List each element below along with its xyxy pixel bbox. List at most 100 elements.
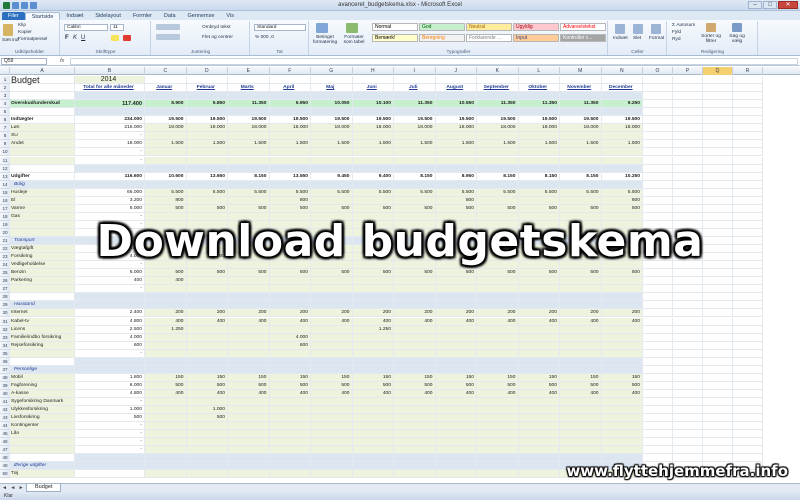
row-header[interactable]: 34 xyxy=(0,341,10,350)
cell[interactable] xyxy=(673,357,703,366)
name-box[interactable]: Q59 xyxy=(1,58,47,65)
month-value-cell[interactable] xyxy=(518,196,560,205)
month-value-cell[interactable]: 5.500 xyxy=(145,188,187,197)
month-value-cell[interactable] xyxy=(269,277,311,286)
cell[interactable] xyxy=(435,365,477,374)
total-cell[interactable]: - xyxy=(75,446,145,455)
cell[interactable] xyxy=(186,108,228,117)
month-value-cell[interactable]: 500 xyxy=(560,381,602,390)
close-button[interactable]: ✕ xyxy=(778,1,798,9)
cell[interactable] xyxy=(269,76,311,85)
month-value-cell[interactable] xyxy=(228,148,270,157)
month-value-cell[interactable]: 200 xyxy=(269,309,311,318)
cell[interactable] xyxy=(145,454,187,463)
cell[interactable] xyxy=(394,76,436,85)
row-header[interactable]: 7 xyxy=(0,124,10,133)
row-header[interactable]: 11 xyxy=(0,156,10,165)
month-value-cell[interactable]: 1.000 xyxy=(186,406,228,415)
month-value-cell[interactable] xyxy=(186,285,228,294)
bold-button[interactable]: F xyxy=(65,35,69,41)
cell[interactable] xyxy=(435,180,477,189)
month-value-cell[interactable] xyxy=(394,148,436,157)
tab-data[interactable]: Data xyxy=(158,12,182,20)
month-value-cell[interactable] xyxy=(477,285,519,294)
cell[interactable] xyxy=(228,293,270,302)
font-color-icon[interactable] xyxy=(123,35,131,41)
month-value-cell[interactable]: 10.100 xyxy=(352,100,394,109)
cell[interactable] xyxy=(733,84,763,93)
row-label-cell[interactable]: A-kasse xyxy=(10,389,75,398)
cell[interactable] xyxy=(703,317,733,326)
sort-filter-icon[interactable] xyxy=(706,23,716,32)
total-cell[interactable]: 18.000 xyxy=(75,140,145,149)
cell[interactable] xyxy=(560,108,602,117)
cell[interactable] xyxy=(601,92,643,101)
month-value-cell[interactable] xyxy=(145,438,187,447)
cell[interactable] xyxy=(601,365,643,374)
cell[interactable] xyxy=(643,341,673,350)
cell[interactable] xyxy=(10,84,75,93)
month-value-cell[interactable] xyxy=(477,333,519,342)
month-header-cell[interactable]: December xyxy=(601,84,643,93)
column-header-o[interactable]: O xyxy=(643,67,673,75)
month-value-cell[interactable] xyxy=(560,446,602,455)
cell[interactable] xyxy=(186,92,228,101)
cell-style-5[interactable]: Bemærk! xyxy=(372,34,418,42)
category-label-cell[interactable]: Øvrige udgifter xyxy=(10,462,75,471)
row-header[interactable]: 2 xyxy=(0,84,10,93)
total-cell[interactable]: 117.400 xyxy=(75,100,145,109)
cell[interactable] xyxy=(733,333,763,342)
month-value-cell[interactable]: 1.250 xyxy=(352,325,394,334)
row-header[interactable]: 33 xyxy=(0,333,10,342)
cell[interactable] xyxy=(435,76,477,85)
month-value-cell[interactable]: 500 xyxy=(394,269,436,278)
insert-cells-icon[interactable] xyxy=(615,24,625,34)
month-value-cell[interactable] xyxy=(145,132,187,141)
cell[interactable] xyxy=(186,357,228,366)
month-value-cell[interactable] xyxy=(228,446,270,455)
total-cell[interactable]: 2.500 xyxy=(75,325,145,334)
month-value-cell[interactable] xyxy=(560,438,602,447)
cell[interactable] xyxy=(733,124,763,133)
cell[interactable] xyxy=(673,430,703,439)
cell-style-2[interactable]: Neutral xyxy=(466,23,512,31)
month-value-cell[interactable]: 1.500 xyxy=(311,140,353,149)
row-label-cell[interactable]: Internet xyxy=(10,309,75,318)
cell[interactable] xyxy=(228,76,270,85)
cell[interactable] xyxy=(186,365,228,374)
month-value-cell[interactable]: 400 xyxy=(228,317,270,326)
month-value-cell[interactable] xyxy=(435,132,477,141)
paste-button[interactable]: Sæt ind xyxy=(2,38,19,43)
cell[interactable] xyxy=(477,164,519,173)
cell[interactable] xyxy=(733,277,763,286)
cell[interactable] xyxy=(673,196,703,205)
month-value-cell[interactable]: 500 xyxy=(228,204,270,213)
cell[interactable] xyxy=(643,148,673,157)
cell-style-3[interactable]: Ugyldig xyxy=(513,23,559,31)
cell[interactable] xyxy=(518,293,560,302)
month-value-cell[interactable]: 13.650 xyxy=(186,172,228,181)
cell[interactable] xyxy=(643,398,673,407)
month-value-cell[interactable] xyxy=(477,341,519,350)
column-header-n[interactable]: N xyxy=(602,67,643,75)
cell[interactable] xyxy=(311,365,353,374)
paste-icon[interactable] xyxy=(3,24,13,36)
cell[interactable] xyxy=(75,180,145,189)
cell[interactable] xyxy=(601,164,643,173)
total-cell[interactable]: 600 xyxy=(75,341,145,350)
month-value-cell[interactable]: 4.000 xyxy=(269,333,311,342)
month-value-cell[interactable] xyxy=(145,285,187,294)
month-value-cell[interactable] xyxy=(601,430,643,439)
cell[interactable] xyxy=(311,76,353,85)
tab-file[interactable]: Filer xyxy=(2,12,25,20)
cell[interactable] xyxy=(703,406,733,415)
cell[interactable] xyxy=(394,462,436,471)
month-value-cell[interactable]: 500 xyxy=(518,269,560,278)
month-value-cell[interactable] xyxy=(477,406,519,415)
month-header-cell[interactable]: Oktober xyxy=(518,84,560,93)
cell[interactable] xyxy=(643,92,673,101)
month-value-cell[interactable]: 500 xyxy=(311,381,353,390)
cell[interactable] xyxy=(733,430,763,439)
month-value-cell[interactable] xyxy=(269,285,311,294)
cell[interactable] xyxy=(673,373,703,382)
